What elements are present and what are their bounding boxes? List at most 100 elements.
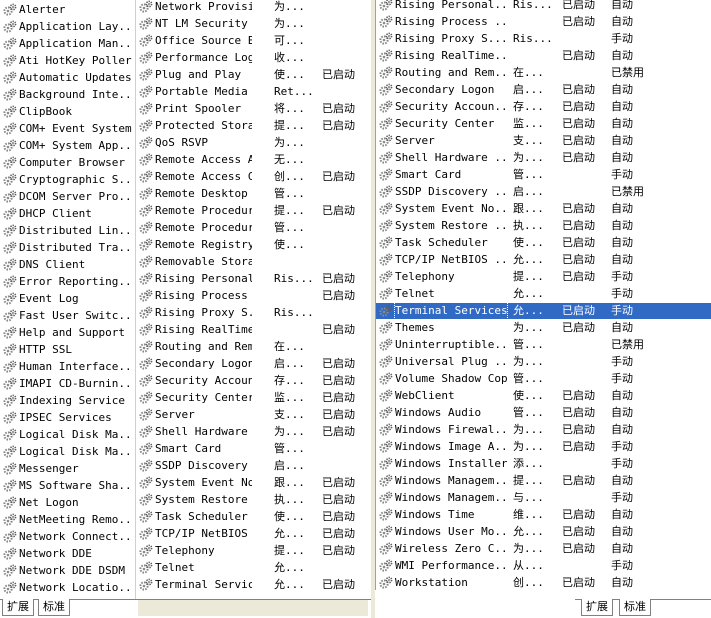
table-row[interactable]: Windows Firewal... 为... 已启动 自动 [376,422,711,438]
table-row[interactable]: System Event No... 跟... 已启动 自动 [376,201,711,217]
table-row[interactable]: Application Man... [0,36,135,52]
table-row[interactable]: IMAPI CD-Burnin... [0,376,135,392]
table-row[interactable]: COM+ System App... [0,138,135,154]
table-row[interactable]: Remote Procedur... 管... [136,220,372,236]
table-row[interactable]: ClipBook [0,104,135,120]
table-row[interactable]: Error Reporting... [0,274,135,290]
table-row[interactable]: Windows Managem... 与... 手动 [376,490,711,506]
table-row[interactable]: Network DDE [0,546,135,562]
table-row[interactable]: Cryptographic S... [0,172,135,188]
table-row[interactable]: Windows Time 维... 已启动 自动 [376,507,711,523]
table-row[interactable]: Shell Hardware ... 为... 已启动 自动 [376,150,711,166]
table-row[interactable]: NT LM Security ... 为... [136,16,372,32]
table-row[interactable]: Indexing Service [0,393,135,409]
table-row[interactable]: Remote Access C... 创... 已启动 [136,169,372,185]
table-row[interactable]: NetMeeting Remo... [0,512,135,528]
table-row[interactable]: Routing and Rem... 在... [136,339,372,355]
table-row[interactable]: Help and Support [0,325,135,341]
table-row[interactable]: Telephony 提... 已启动 手动 [376,269,711,285]
table-row[interactable]: DNS Client [0,257,135,273]
tab-standard[interactable]: 标准 [619,599,651,616]
table-row[interactable]: Smart Card 管... 手动 [376,167,711,183]
table-row[interactable]: System Event No... 跟... 已启动 [136,475,372,491]
table-row[interactable]: Alerter [0,2,135,18]
table-row[interactable]: Task Scheduler 使... 已启动 自动 [376,235,711,251]
table-row[interactable]: Network DDE DSDM [0,563,135,579]
table-row[interactable]: System Restore ... 执... 已启动 自动 [376,218,711,234]
table-row[interactable]: Rising Personal... Ris... 已启动 [136,271,372,287]
table-row[interactable]: HTTP SSL [0,342,135,358]
table-row[interactable]: Windows Managem... 提... 已启动 自动 [376,473,711,489]
table-row[interactable]: Rising Proxy S... Ris... 手动 [376,31,711,47]
table-row[interactable]: Network Provisi... 为... [136,0,372,15]
table-row[interactable]: Smart Card 管... [136,441,372,457]
table-row[interactable]: Portable Media ... Ret... [136,84,372,100]
table-row[interactable]: Windows User Mo... 允... 已启动 自动 [376,524,711,540]
table-row[interactable]: Print Spooler 将... 已启动 [136,101,372,117]
table-row[interactable]: Secondary Logon 启... 已启动 [136,356,372,372]
table-row[interactable]: Terminal Services 允... 已启动 [136,577,372,593]
horizontal-scrollbar[interactable] [138,600,368,616]
table-row[interactable]: COM+ Event System [0,121,135,137]
table-row[interactable]: Automatic Updates [0,70,135,86]
table-row[interactable]: Ati HotKey Poller [0,53,135,69]
table-row[interactable]: Rising Process ... 已启动 自动 [376,14,711,30]
table-row[interactable]: Security Accoun... 存... 已启动 自动 [376,99,711,115]
table-row[interactable]: Background Inte... [0,87,135,103]
table-row[interactable]: Rising Proxy S... Ris... [136,305,372,321]
table-row[interactable]: Net Logon [0,495,135,511]
table-row[interactable]: Windows Installer 添... 手动 [376,456,711,472]
table-row[interactable]: Distributed Lin... [0,223,135,239]
table-row[interactable]: Human Interface... [0,359,135,375]
table-row[interactable]: Logical Disk Ma... [0,444,135,460]
table-row[interactable]: QoS RSVP 为... [136,135,372,151]
table-row[interactable]: Server 支... 已启动 [136,407,372,423]
table-row[interactable]: Rising RealTime... 已启动 自动 [376,48,711,64]
table-row[interactable]: Performance Log... 收... [136,50,372,66]
table-row[interactable]: TCP/IP NetBIOS ... 允... 已启动 [136,526,372,542]
table-row[interactable]: Event Log [0,291,135,307]
table-row[interactable]: Rising RealTime... 已启动 [136,322,372,338]
table-row[interactable]: Telnet 允... [136,560,372,576]
tab-standard[interactable]: 标准 [38,599,70,616]
table-row[interactable]: Plug and Play 使... 已启动 [136,67,372,83]
table-row[interactable]: TCP/IP NetBIOS ... 允... 已启动 自动 [376,252,711,268]
table-row[interactable]: Wireless Zero C... 为... 已启动 自动 [376,541,711,557]
tab-extended[interactable]: 扩展 [581,599,613,616]
table-row[interactable]: Themes 为... 已启动 自动 [376,320,711,336]
table-row[interactable]: WebClient 使... 已启动 自动 [376,388,711,404]
table-row[interactable]: Telnet 允... 手动 [376,286,711,302]
table-row[interactable]: Application Lay... [0,19,135,35]
table-row[interactable]: WMI Performance... 从... 手动 [376,558,711,574]
table-row[interactable]: Volume Shadow Copy 管... 手动 [376,371,711,387]
table-row[interactable]: Computer Browser [0,155,135,171]
table-row[interactable]: Logical Disk Ma... [0,427,135,443]
table-row[interactable]: Protected Storage 提... 已启动 [136,118,372,134]
table-row[interactable]: Remote Desktop ... 管... [136,186,372,202]
table-row[interactable]: System Restore ... 执... 已启动 [136,492,372,508]
table-row[interactable]: DCOM Server Pro... [0,189,135,205]
table-row[interactable]: DHCP Client [0,206,135,222]
table-row[interactable]: Universal Plug ... 为... 手动 [376,354,711,370]
table-row[interactable]: Shell Hardware ... 为... 已启动 [136,424,372,440]
table-row[interactable]: SSDP Discovery ... 启... 已禁用 [376,184,711,200]
table-row[interactable]: Routing and Rem... 在... 已禁用 [376,65,711,81]
table-row[interactable]: Windows Image A... 为... 已启动 手动 [376,439,711,455]
table-row[interactable]: Workstation 创... 已启动 自动 [376,575,711,590]
table-row[interactable]: Rising Process ... 已启动 [136,288,372,304]
table-row[interactable]: Office Source E... 可... [136,33,372,49]
table-row[interactable]: Security Center 监... 已启动 [136,390,372,406]
table-row[interactable]: Security Accoun... 存... 已启动 [136,373,372,389]
table-row[interactable]: Terminal Services 允... 已启动 手动 [376,302,711,320]
table-row[interactable]: Windows Audio 管... 已启动 自动 [376,405,711,421]
table-row[interactable]: Task Scheduler 使... 已启动 [136,509,372,525]
table-row[interactable]: Secondary Logon 启... 已启动 自动 [376,82,711,98]
table-row[interactable]: Security Center 监... 已启动 自动 [376,116,711,132]
table-row[interactable]: SSDP Discovery ... 启... [136,458,372,474]
table-row[interactable]: Server 支... 已启动 自动 [376,133,711,149]
table-row[interactable]: Remote Procedur... 提... 已启动 [136,203,372,219]
table-row[interactable]: Fast User Switc... [0,308,135,324]
table-row[interactable]: Distributed Tra... [0,240,135,256]
table-row[interactable]: MS Software Sha... [0,478,135,494]
table-row[interactable]: Remote Registry 使... [136,237,372,253]
